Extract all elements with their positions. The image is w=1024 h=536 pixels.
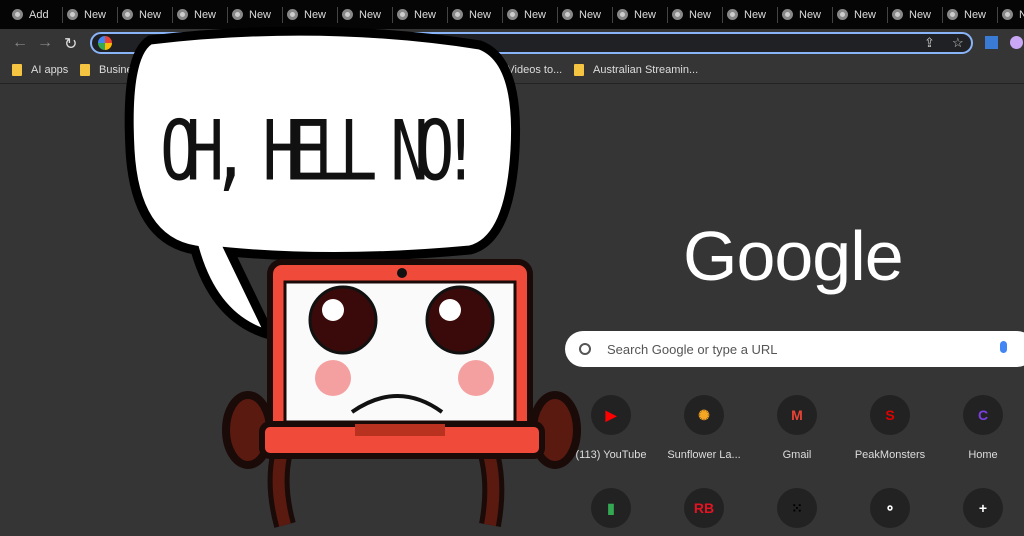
laptop-character	[222, 259, 581, 528]
speech-text: OH, HELL NO!	[160, 102, 480, 200]
cartoon-overlay: OH, HELL NO!	[124, 26, 581, 528]
